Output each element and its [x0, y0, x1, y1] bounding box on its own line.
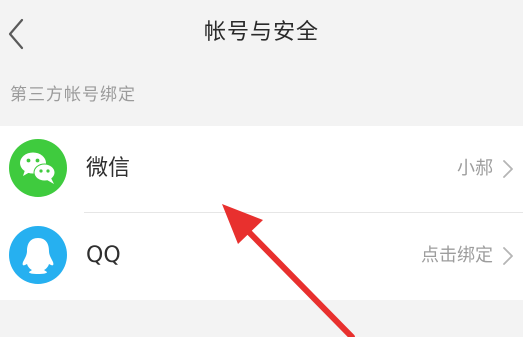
chevron-right-icon	[503, 160, 513, 178]
page-title: 帐号与安全	[203, 20, 319, 45]
section-header-third-party: 第三方帐号绑定	[10, 85, 136, 105]
qq-bind-action[interactable]: 点击绑定	[421, 243, 493, 269]
third-party-account-list: 微信 小郝 QQ 点击绑定	[0, 126, 523, 300]
wechat-icon	[9, 139, 67, 197]
wechat-binding-row[interactable]: 微信 小郝	[0, 126, 523, 212]
qq-icon	[9, 226, 67, 284]
account-security-screen: 帐号与安全 第三方帐号绑定 微信 小郝 QQ 点击绑定	[0, 0, 523, 337]
bottom-background	[0, 300, 523, 337]
chevron-right-icon	[503, 247, 513, 265]
wechat-label: 微信	[86, 156, 131, 181]
qq-label: QQ	[86, 243, 121, 268]
wechat-bound-name: 小郝	[457, 158, 493, 179]
navigation-bar: 帐号与安全	[0, 0, 523, 68]
qq-binding-row[interactable]: QQ 点击绑定	[0, 213, 523, 299]
